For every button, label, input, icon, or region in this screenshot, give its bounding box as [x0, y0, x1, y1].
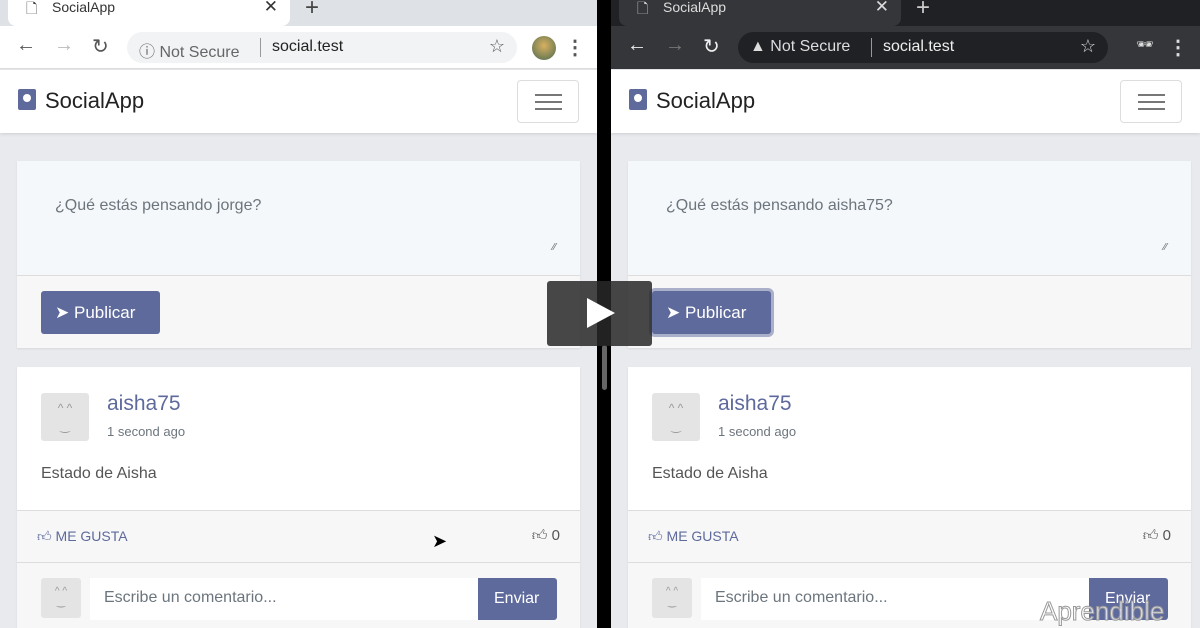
browser-tab[interactable]: 🗋 SocialApp ✕: [8, 0, 290, 26]
forward-icon[interactable]: →: [54, 34, 74, 57]
navbar: SocialApp: [0, 70, 597, 133]
video-play-button[interactable]: [547, 281, 652, 346]
reload-icon[interactable]: ↻: [92, 34, 109, 59]
send-comment-button[interactable]: Enviar: [478, 578, 557, 620]
publish-button[interactable]: ➤ Publicar: [41, 291, 160, 334]
comment-placeholder: Escribe un comentario...: [104, 589, 277, 606]
divider: [871, 38, 872, 57]
thumbs-up-icon: 👍︎: [1142, 527, 1159, 544]
resize-grip-icon[interactable]: ⁄⁄: [553, 242, 556, 253]
tab-title: SocialApp: [52, 0, 116, 15]
tab-title: SocialApp: [663, 0, 727, 15]
browser-window-right: 🗋 SocialApp ✕ + ← → ↻ ▲ Not Secure socia…: [611, 0, 1200, 628]
like-button[interactable]: 👍︎ ME GUSTA: [37, 528, 128, 545]
contact-book-icon: [629, 89, 647, 110]
address-bar[interactable]: ⓘ Not Secure social.test ☆: [127, 32, 517, 63]
new-status-card: ¿Qué estás pensando aisha75? ⁄⁄ ➤ Publica…: [628, 161, 1191, 348]
comment-input[interactable]: Escribe un comentario...: [701, 578, 1091, 620]
post-time: 1 second ago: [107, 424, 186, 439]
likes-number: 0: [1162, 527, 1171, 544]
status-card: ^ ^ ‿ aisha75 1 second ago Estado de Aish…: [628, 367, 1191, 628]
mouse-cursor-icon: ➤: [432, 531, 448, 551]
brand-link[interactable]: SocialApp: [629, 88, 755, 114]
back-icon[interactable]: ←: [627, 34, 647, 57]
divider: [260, 38, 261, 57]
author-avatar: ^ ^ ‿: [41, 393, 89, 441]
tab-strip: 🗋 SocialApp ✕ +: [0, 0, 597, 26]
tab-strip: 🗋 SocialApp ✕ +: [611, 0, 1200, 26]
forward-icon[interactable]: →: [665, 34, 685, 57]
profile-avatar[interactable]: [532, 36, 556, 60]
incognito-icon[interactable]: 🕶︎: [1136, 36, 1154, 53]
brand-link[interactable]: SocialApp: [18, 88, 144, 114]
likes-count: 👍︎ 0: [1143, 527, 1171, 545]
security-indicator[interactable]: ▲ Not Secure: [750, 38, 850, 56]
browser-tab[interactable]: 🗋 SocialApp ✕: [619, 0, 901, 26]
comment-placeholder: Escribe un comentario...: [715, 589, 888, 606]
url-text[interactable]: social.test: [272, 38, 343, 56]
status-placeholder: ¿Qué estás pensando aisha75?: [666, 197, 893, 214]
close-tab-icon[interactable]: ✕: [875, 0, 889, 17]
page-icon: 🗋: [26, 0, 38, 16]
navbar-toggle-button[interactable]: [1120, 80, 1182, 123]
contact-book-icon: [18, 89, 36, 110]
post-footer: 👍︎ ME GUSTA 👍︎ 0: [17, 510, 580, 563]
post-text: Estado de Aisha: [41, 465, 157, 482]
brand-name: SocialApp: [45, 88, 145, 113]
post-time: 1 second ago: [718, 424, 797, 439]
browser-toolbar: ← → ↻ ⓘ Not Secure social.test ☆ ⋮: [0, 26, 597, 69]
security-indicator[interactable]: ⓘ Not Secure: [139, 38, 240, 62]
bookmark-star-icon[interactable]: ☆: [1080, 36, 1096, 57]
author-name[interactable]: aisha75: [107, 392, 181, 416]
like-label: ME GUSTA: [55, 528, 128, 544]
comment-input[interactable]: Escribe un comentario...: [90, 578, 480, 620]
url-text[interactable]: social.test: [883, 38, 954, 56]
status-textarea[interactable]: ¿Qué estás pensando jorge? ⁄⁄: [17, 161, 580, 276]
paper-plane-icon: ➤: [666, 303, 681, 322]
comment-form: ^ ^ ‿ Escribe un comentario... Enviar: [17, 563, 580, 628]
new-tab-button[interactable]: +: [916, 0, 930, 22]
status-placeholder: ¿Qué estás pensando jorge?: [55, 197, 262, 214]
publish-label: Publicar: [73, 303, 136, 322]
browser-toolbar: ← → ↻ ▲ Not Secure social.test ☆ 🕶︎ ⋮: [611, 26, 1200, 69]
browser-menu-icon[interactable]: ⋮: [1168, 35, 1188, 60]
watermark: Aprendible: [1039, 596, 1165, 627]
page-icon: 🗋: [637, 0, 649, 16]
status-card: ^ ^ ‿ aisha75 1 second ago Estado de Aish…: [17, 367, 580, 628]
like-button[interactable]: 👍︎ ME GUSTA: [648, 528, 739, 545]
publish-label: Publicar: [684, 303, 747, 322]
thumbs-up-icon: 👍︎: [37, 528, 52, 544]
status-textarea[interactable]: ¿Qué estás pensando aisha75? ⁄⁄: [628, 161, 1191, 276]
likes-number: 0: [551, 527, 560, 544]
author-avatar: ^ ^ ‿: [652, 393, 700, 441]
resize-grip-icon[interactable]: ⁄⁄: [1164, 242, 1167, 253]
publish-button[interactable]: ➤ Publicar: [652, 291, 771, 334]
thumbs-up-icon: 👍︎: [531, 527, 548, 544]
likes-count: 👍︎ 0: [532, 527, 560, 545]
close-tab-icon[interactable]: ✕: [264, 0, 278, 17]
scrollbar[interactable]: [602, 345, 607, 390]
user-avatar: ^ ^ ‿: [41, 578, 81, 618]
user-avatar: ^ ^ ‿: [652, 578, 692, 618]
address-bar[interactable]: ▲ Not Secure social.test ☆: [738, 32, 1108, 63]
post-footer: 👍︎ ME GUSTA 👍︎ 0: [628, 510, 1191, 563]
browser-menu-icon[interactable]: ⋮: [565, 35, 585, 60]
paper-plane-icon: ➤: [55, 303, 70, 322]
new-status-card: ¿Qué estás pensando jorge? ⁄⁄ ➤ Publicar: [17, 161, 580, 348]
back-icon[interactable]: ←: [16, 34, 36, 57]
post-text: Estado de Aisha: [652, 465, 768, 482]
like-label: ME GUSTA: [666, 528, 739, 544]
navbar-toggle-button[interactable]: [517, 80, 579, 123]
reload-icon[interactable]: ↻: [703, 34, 720, 59]
brand-name: SocialApp: [656, 88, 756, 113]
browser-window-left: 🗋 SocialApp ✕ + ← → ↻ ⓘ Not Secure socia…: [0, 0, 597, 628]
navbar: SocialApp: [611, 70, 1200, 133]
author-name[interactable]: aisha75: [718, 392, 792, 416]
thumbs-up-icon: 👍︎: [648, 528, 663, 544]
new-tab-button[interactable]: +: [305, 0, 319, 22]
bookmark-star-icon[interactable]: ☆: [489, 36, 505, 57]
